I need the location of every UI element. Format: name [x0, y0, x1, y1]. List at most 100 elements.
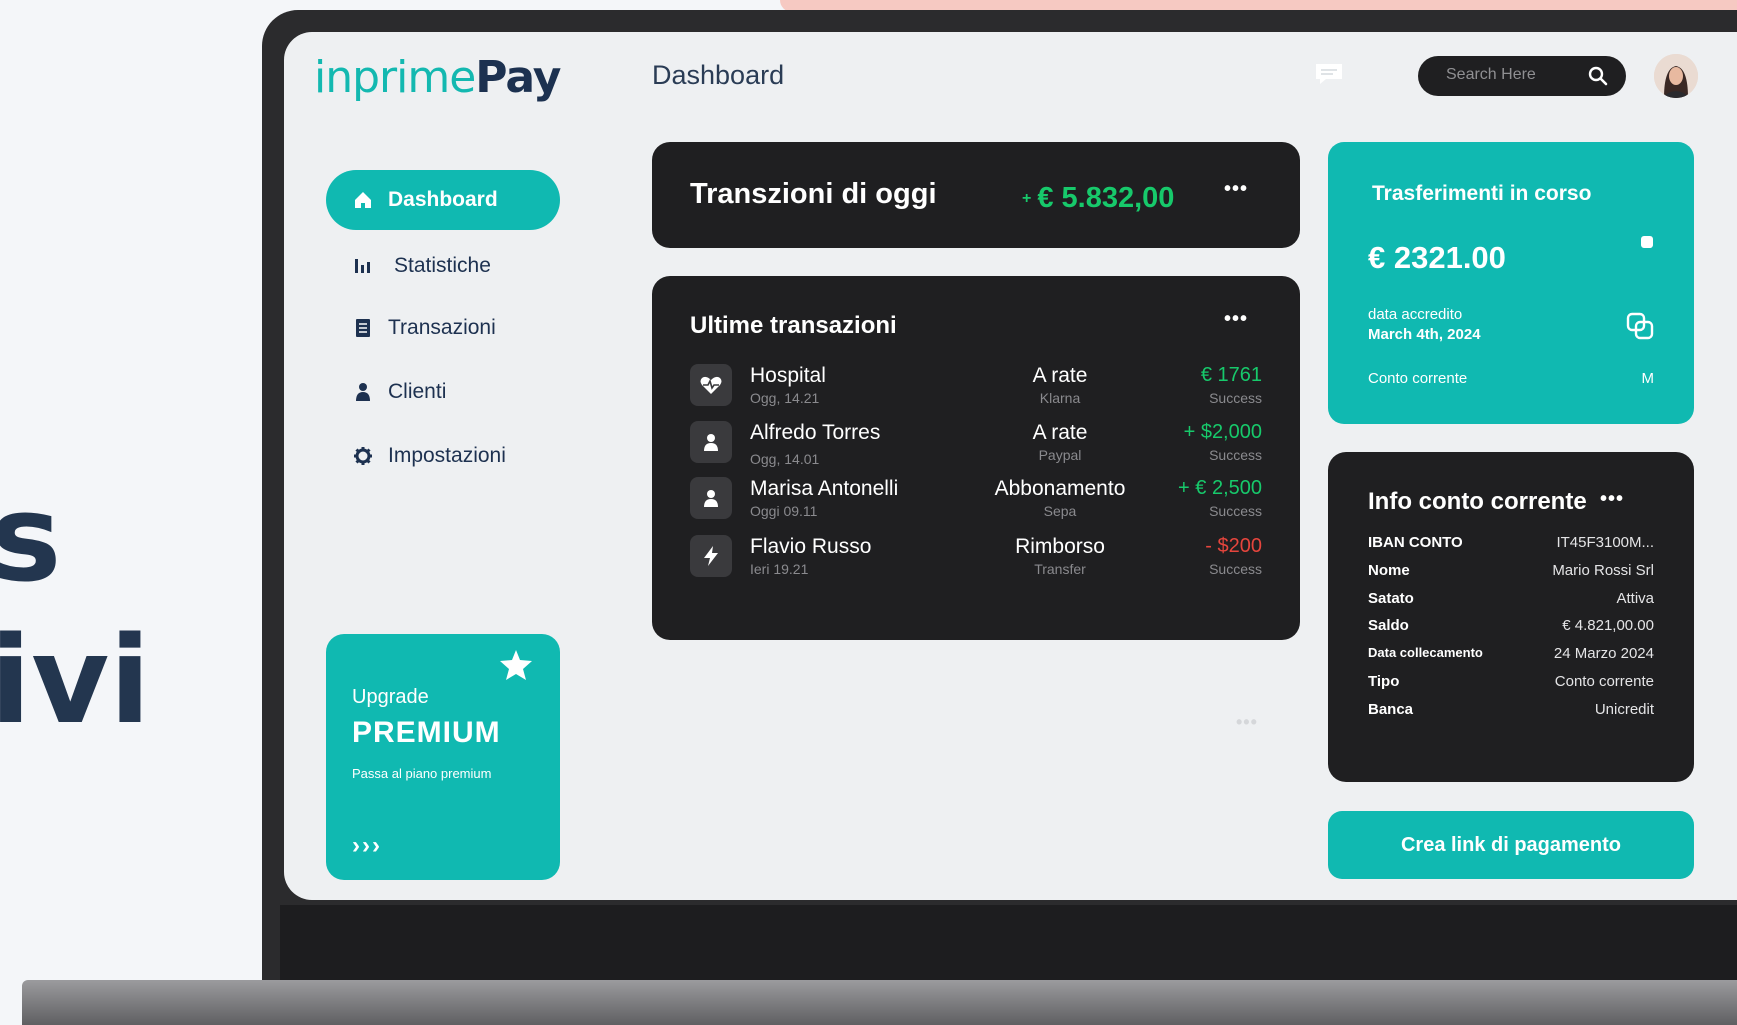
info-row-iban: IBAN CONTO IT45F3100M...: [1368, 534, 1654, 558]
indicator-icon: [1641, 236, 1653, 248]
account-info-title: Info conto corrente: [1368, 488, 1587, 515]
search-input[interactable]: [1444, 65, 1588, 85]
transaction-name: Flavio Russo: [750, 535, 872, 558]
search-bar[interactable]: [1418, 56, 1626, 96]
transaction-icon-box: [690, 477, 732, 519]
avatar[interactable]: [1654, 54, 1698, 98]
transaction-amount: € 1761: [1200, 364, 1262, 386]
transaction-icon-box: [690, 535, 732, 577]
transaction-amount: + $2,000: [1183, 421, 1262, 443]
transaction-time: Ogg, 14.01: [750, 451, 820, 467]
laptop-screen: inprimePay Dashboard Dashboard: [284, 32, 1737, 900]
transaction-method: Paypal: [1038, 447, 1082, 463]
last-transactions-card: Ultime transazioni ••• Hospital Ogg, 14.…: [652, 276, 1300, 640]
laptop-keyboard: [280, 905, 1737, 983]
transfer-account-label: Conto corrente: [1368, 370, 1468, 387]
more-options-icon[interactable]: •••: [1224, 178, 1248, 201]
today-amount: + € 5.832,00: [1022, 182, 1174, 215]
star-icon: [500, 650, 532, 680]
sidebar-item-dashboard[interactable]: Dashboard: [326, 170, 560, 230]
bolt-icon: [704, 546, 718, 566]
info-key: Satato: [1368, 590, 1414, 607]
document-icon: [356, 319, 370, 337]
page-title: Dashboard: [652, 60, 785, 90]
table-row[interactable]: Flavio Russo Ieri 19.21 Rimborso Transfe…: [690, 533, 1262, 585]
transaction-time: Ieri 19.21: [750, 561, 809, 577]
heartbeat-icon: [700, 376, 722, 394]
transaction-icon-box: [690, 421, 732, 463]
info-row-stato: Satato Attiva: [1368, 590, 1654, 614]
background-headline-line2: ivi: [0, 612, 151, 751]
upgrade-card[interactable]: Upgrade PREMIUM Passa al piano premium ›…: [326, 634, 560, 880]
chat-icon[interactable]: [1314, 62, 1344, 86]
transaction-time: Oggi 09.11: [750, 503, 818, 519]
transaction-name: Marisa Antonelli: [750, 477, 899, 500]
today-amount-value: € 5.832,00: [1037, 182, 1175, 214]
info-value: 24 Marzo 2024: [1553, 645, 1654, 662]
create-payment-link-button[interactable]: Crea link di pagamento: [1328, 811, 1694, 879]
transaction-method: Klarna: [1039, 390, 1081, 406]
upgrade-subtitle: Passa al piano premium: [352, 766, 492, 781]
more-options-icon[interactable]: •••: [1224, 308, 1248, 331]
today-title: Transzioni di oggi: [690, 178, 937, 210]
transaction-category: Abbonamento: [994, 477, 1126, 500]
transaction-method: Sepa: [1043, 503, 1077, 519]
transaction-category: Rimborso: [1015, 535, 1105, 558]
table-row[interactable]: Alfredo Torres Ogg, 14.01 A rate Paypal …: [690, 419, 1262, 471]
sidebar-item-clienti[interactable]: Clienti: [326, 362, 560, 422]
transaction-status: Success: [1209, 503, 1262, 519]
info-row-data-collegamento: Data collecamento 24 Marzo 2024: [1368, 645, 1654, 669]
info-key: Nome: [1368, 562, 1410, 579]
info-row-banca: Banca Unicredit: [1368, 701, 1654, 725]
transaction-method: Transfer: [1034, 561, 1086, 577]
transaction-name: Hospital: [750, 364, 826, 387]
last-transactions-title: Ultime transazioni: [690, 312, 897, 339]
transaction-status: Success: [1209, 447, 1262, 463]
sidebar-item-impostazioni[interactable]: Impostazioni: [326, 426, 560, 486]
sidebar-item-label: Dashboard: [388, 188, 498, 211]
home-icon: [355, 192, 371, 208]
user-icon: [704, 434, 718, 451]
upgrade-arrows-button[interactable]: ›››: [352, 832, 382, 860]
info-row-saldo: Saldo € 4.821,00.00: [1368, 617, 1654, 641]
info-key: Tipo: [1368, 673, 1400, 690]
transaction-name: Alfredo Torres: [750, 421, 881, 444]
background-headline-line1: s: [0, 470, 62, 609]
info-value[interactable]: IT45F3100M...: [1556, 534, 1654, 551]
sidebar-item-label: Clienti: [388, 380, 447, 403]
info-value: Unicredit: [1594, 701, 1654, 718]
transaction-amount: - $200: [1205, 535, 1262, 557]
transaction-time: Ogg, 14.21: [750, 390, 820, 406]
info-key: Saldo: [1368, 617, 1409, 634]
today-transactions-card: Transzioni di oggi + € 5.832,00 •••: [652, 142, 1300, 248]
transfer-title: Trasferimenti in corso: [1372, 182, 1592, 205]
table-row[interactable]: Marisa Antonelli Oggi 09.11 Abbonamento …: [690, 475, 1262, 527]
info-key: Banca: [1368, 701, 1414, 718]
transaction-category: A rate: [1032, 421, 1088, 444]
table-row[interactable]: Hospital Ogg, 14.21 A rate Klarna € 1761…: [690, 362, 1262, 414]
laptop-base: [22, 980, 1737, 1025]
brand-logo[interactable]: inprimePay: [314, 52, 561, 103]
copy-icon[interactable]: [1624, 310, 1656, 342]
transfer-date-label: data accredito: [1368, 306, 1463, 323]
transaction-amount: + € 2,500: [1178, 477, 1262, 499]
info-value: Mario Rossi Srl: [1552, 562, 1654, 579]
transfers-in-progress-card[interactable]: Trasferimenti in corso € 2321.00 data ac…: [1328, 142, 1694, 424]
info-row-tipo: Tipo Conto corrente: [1368, 673, 1654, 697]
sidebar-item-transazioni[interactable]: Transazioni: [326, 298, 560, 358]
today-plus-sign: +: [1022, 190, 1032, 208]
transfer-account-suffix: M: [1641, 370, 1655, 387]
more-options-icon[interactable]: •••: [1236, 712, 1258, 733]
info-key: IBAN CONTO: [1368, 534, 1463, 551]
transaction-status: Success: [1209, 561, 1262, 577]
gear-icon: [354, 447, 372, 465]
info-row-nome: Nome Mario Rossi Srl: [1368, 562, 1654, 586]
bar-chart-icon: [355, 259, 370, 273]
search-icon[interactable]: [1588, 66, 1608, 86]
account-info-card: Info conto corrente ••• IBAN CONTO IT45F…: [1328, 452, 1694, 782]
sidebar-item-label: Transazioni: [388, 316, 496, 339]
transfer-amount: € 2321.00: [1368, 240, 1506, 275]
sidebar-item-statistiche[interactable]: Statistiche: [326, 236, 560, 296]
user-icon: [356, 383, 370, 401]
more-options-icon[interactable]: •••: [1600, 488, 1624, 511]
